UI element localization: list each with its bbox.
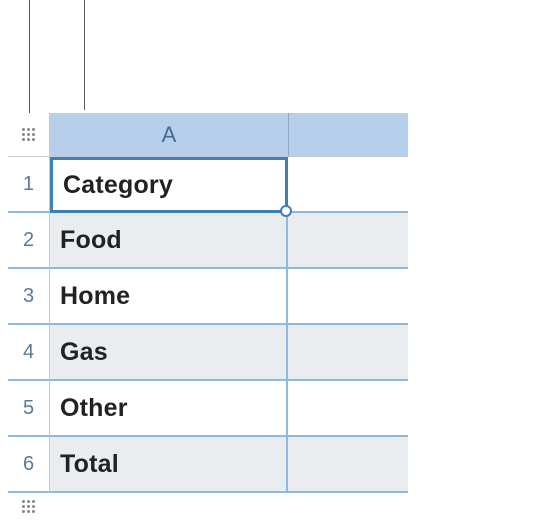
row-header-1[interactable]: 1 — [8, 157, 50, 213]
row-header-5[interactable]: 5 — [8, 381, 50, 437]
cell-b2[interactable] — [288, 213, 408, 269]
select-all-corner[interactable] — [8, 113, 50, 157]
cell-b5[interactable] — [288, 381, 408, 437]
table-row: 5 Other — [8, 381, 408, 437]
cell-b4[interactable] — [288, 325, 408, 381]
table-row: 1 Category — [8, 157, 408, 213]
table-row: 4 Gas — [8, 325, 408, 381]
cell-b1[interactable] — [288, 157, 408, 213]
row-header-4[interactable]: 4 — [8, 325, 50, 381]
cell-value: Category — [63, 171, 173, 200]
cell-a3[interactable]: Home — [50, 269, 288, 325]
selection-handle[interactable] — [280, 205, 292, 217]
row-header-6[interactable]: 6 — [8, 437, 50, 493]
footer-row — [8, 493, 408, 521]
row-header-3[interactable]: 3 — [8, 269, 50, 325]
column-header-b[interactable] — [288, 113, 408, 157]
cell-b6[interactable] — [288, 437, 408, 493]
table-row: 2 Food — [8, 213, 408, 269]
spreadsheet: A 1 Category 2 Food 3 Home 4 Gas 5 Other… — [8, 113, 408, 521]
cell-a1[interactable]: Category — [50, 157, 288, 213]
cell-a5[interactable]: Other — [50, 381, 288, 437]
column-header-a[interactable]: A — [50, 113, 288, 157]
grid-icon — [22, 128, 36, 142]
header-row: A — [8, 113, 408, 157]
cell-a4[interactable]: Gas — [50, 325, 288, 381]
cell-a6[interactable]: Total — [50, 437, 288, 493]
callout-line-column-header — [84, 0, 85, 110]
cell-b3[interactable] — [288, 269, 408, 325]
add-row-handle[interactable] — [8, 493, 50, 521]
table-row: 6 Total — [8, 437, 408, 493]
callout-line-row-header — [29, 0, 30, 120]
grid-icon — [22, 500, 36, 514]
cell-a2[interactable]: Food — [50, 213, 288, 269]
row-header-2[interactable]: 2 — [8, 213, 50, 269]
table-row: 3 Home — [8, 269, 408, 325]
